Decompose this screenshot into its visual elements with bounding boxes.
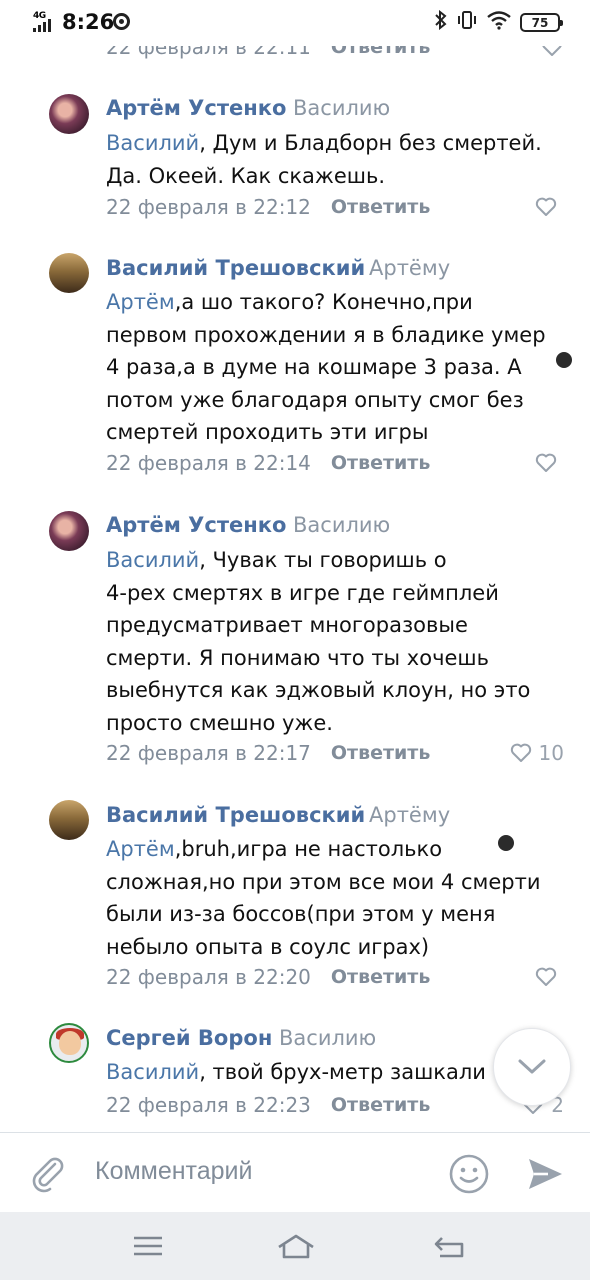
paperclip-icon[interactable] (28, 1153, 68, 1193)
reply-button[interactable]: Ответить (331, 966, 430, 988)
comment-author[interactable]: Артём Устенко (106, 96, 286, 120)
comment-author[interactable]: Сергей Ворон (106, 1026, 272, 1050)
menu-icon[interactable] (128, 1230, 168, 1262)
avatar[interactable] (49, 800, 89, 840)
comment-author[interactable]: Артём Устенко (106, 513, 286, 537)
scroll-down-button[interactable] (493, 1028, 571, 1106)
comment-meta: 22 февраля в 22:20 Ответить (106, 964, 576, 990)
like-button[interactable] (534, 965, 564, 989)
like-button[interactable]: 10 (509, 741, 564, 765)
comment-date: 22 февраля в 22:14 (106, 451, 311, 475)
mention-link[interactable]: Василий (106, 131, 199, 155)
comment-author[interactable]: Василий Трешовский (106, 803, 365, 827)
avatar[interactable] (49, 253, 89, 293)
send-icon[interactable] (524, 1153, 566, 1195)
comment-text: Артём,а шо такого? Конечно,при первом пр… (106, 290, 546, 444)
heart-icon (535, 197, 557, 216)
battery-icon: 75 (520, 13, 563, 32)
reply-button[interactable]: Ответить (331, 196, 430, 218)
comment-addressee[interactable]: Василию (279, 1026, 376, 1050)
like-button[interactable] (534, 451, 564, 475)
emoji-icon[interactable] (448, 1153, 490, 1195)
annotation-dot (556, 352, 572, 368)
mention-link[interactable]: Артём (106, 837, 175, 861)
like-count: 10 (538, 741, 564, 765)
mention-link[interactable]: Василий (106, 1060, 199, 1084)
like-button[interactable] (534, 195, 564, 219)
comment-date: 22 февраля в 22:17 (106, 741, 311, 765)
status-time: 8:26 (62, 10, 115, 34)
chevron-down-icon (518, 1059, 546, 1074)
comment-author[interactable]: Василий Трешовский (106, 256, 365, 280)
comment-input[interactable]: Комментарий (95, 1157, 252, 1186)
wifi-icon (486, 10, 512, 35)
comment-text: Василий, Дум и Бладборн без смертей. Да.… (106, 131, 542, 188)
comment-text: Артём,bruh,игра не настолько сложная,но … (106, 837, 541, 959)
reply-button[interactable]: Ответить (331, 452, 430, 474)
vpn-icon (113, 13, 130, 30)
avatar[interactable] (49, 94, 89, 134)
comment-date: 22 февраля в 22:23 (106, 1093, 311, 1117)
mention-link[interactable]: Артём (106, 290, 175, 314)
comment-meta: 22 февраля в 22:12 Ответить (106, 194, 576, 220)
signal-icon (33, 19, 51, 32)
comment-addressee[interactable]: Василию (293, 513, 390, 537)
comment-composer: Комментарий (0, 1132, 590, 1212)
bluetooth-icon (434, 9, 448, 35)
back-icon[interactable] (430, 1230, 470, 1262)
system-nav-bar (0, 1212, 590, 1280)
reply-button[interactable]: Ответить (331, 742, 430, 764)
annotation-dot (498, 835, 514, 851)
comment-meta: 22 февраля в 22:17 Ответить 10 (106, 740, 576, 766)
avatar[interactable] (49, 1023, 89, 1063)
mention-link[interactable]: Василий (106, 548, 199, 572)
comments-list[interactable]: 22 февраля в 22:11 Ответить Артём Устенк… (0, 0, 590, 1132)
heart-icon (510, 743, 531, 762)
comment-meta: 22 февраля в 22:14 Ответить (106, 450, 576, 476)
vibrate-icon (456, 10, 478, 35)
reply-button[interactable]: Ответить (331, 1094, 430, 1116)
comment-addressee[interactable]: Артёму (369, 256, 450, 280)
avatar[interactable] (49, 511, 89, 551)
heart-icon (535, 453, 557, 472)
heart-icon (535, 967, 557, 986)
comment-addressee[interactable]: Василию (293, 96, 390, 120)
status-bar: 4G 8:26 75 (0, 0, 590, 46)
comment-text: Василий, Чувак ты говоришь о 4-рех смерт… (106, 548, 531, 735)
comment-addressee[interactable]: Артёму (369, 803, 450, 827)
comment-date: 22 февраля в 22:20 (106, 965, 311, 989)
comment-date: 22 февраля в 22:12 (106, 195, 311, 219)
home-icon[interactable] (276, 1230, 316, 1262)
